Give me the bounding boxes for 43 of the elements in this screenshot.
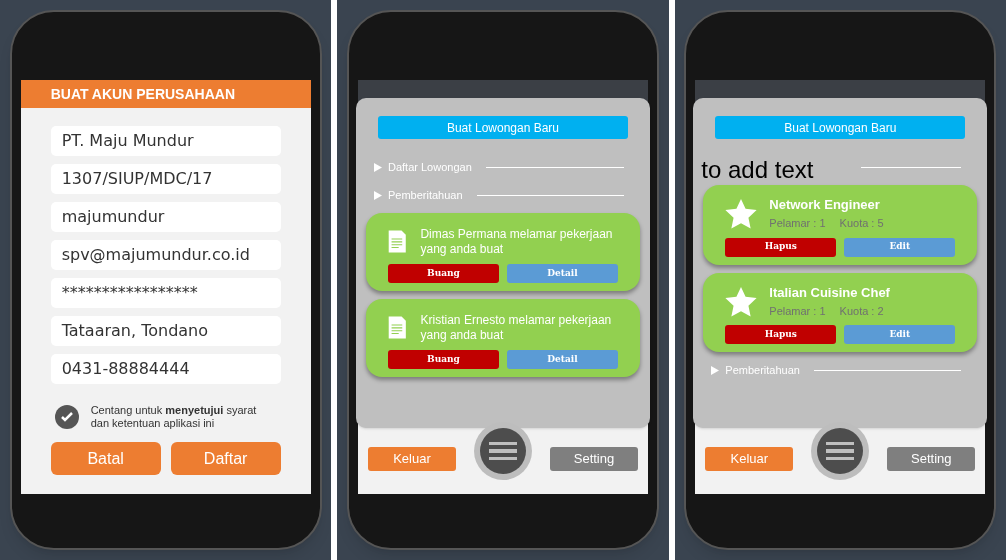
screen-header: BUAT AKUN PERUSAHAAN [20,80,311,108]
checkbox[interactable] [54,405,79,429]
form-button[interactable]: Batal [50,442,161,475]
input-field[interactable]: 1307/SIUP/MDC/17 [50,164,281,194]
input-field[interactable]: PT. Maju Mundur [50,126,281,156]
menu-icon [826,442,855,460]
quota-count: Kuota : 5 [839,216,884,231]
quota-count: Kuota : 2 [839,303,884,319]
form-button[interactable]: Daftar [170,442,281,475]
card-button[interactable]: Hapus [725,325,837,344]
triangle-icon [374,162,382,172]
card-button[interactable]: Detail [507,350,618,369]
card-button[interactable]: Buang [388,264,499,283]
logout-button[interactable]: Keluar [368,447,456,471]
star-icon [725,286,758,317]
input-field[interactable]: Tataaran, Tondano [50,316,281,346]
notification-text: Kristian Ernesto melamar pekerjaan yang anda buat [420,312,613,343]
input-field[interactable]: majumundur [50,202,281,232]
card-button[interactable]: Buang [388,350,499,369]
card-button[interactable]: Edit [844,325,956,344]
applicant-count: Pelamar : 1 [769,303,826,319]
triangle-icon [374,190,382,200]
triangle-icon [711,365,720,375]
create-job-button[interactable]: Buat Lowongan Baru [378,116,628,139]
job-title: Network Engineer [769,197,881,213]
agreement-text: Centang untuk menyetujui syarat dan ketentuan aplikasi ini [90,404,258,430]
star-icon [725,199,758,230]
card-button[interactable]: Detail [507,264,618,283]
notification-text: Dimas Permana melamar pekerjaan yang anda buat [420,226,614,257]
placeholder-text: to add text [701,155,814,185]
job-title: Italian Cuisine Chef [769,284,890,301]
menu-icon [489,442,517,460]
settings-button[interactable]: Setting [550,447,638,471]
applicant-count: Pelamar : 1 [769,216,826,231]
input-field[interactable]: spv@majumundur.co.id [50,240,281,270]
input-field[interactable]: 0431-88884444 [50,354,281,384]
check-icon [59,411,74,423]
card-button[interactable]: Hapus [725,237,837,257]
settings-button[interactable]: Setting [887,447,976,471]
logout-button[interactable]: Keluar [705,447,794,471]
card-button[interactable]: Edit [844,237,956,257]
input-field[interactable]: ***************** [50,278,281,308]
create-job-button[interactable]: Buat Lowongan Baru [715,116,966,139]
